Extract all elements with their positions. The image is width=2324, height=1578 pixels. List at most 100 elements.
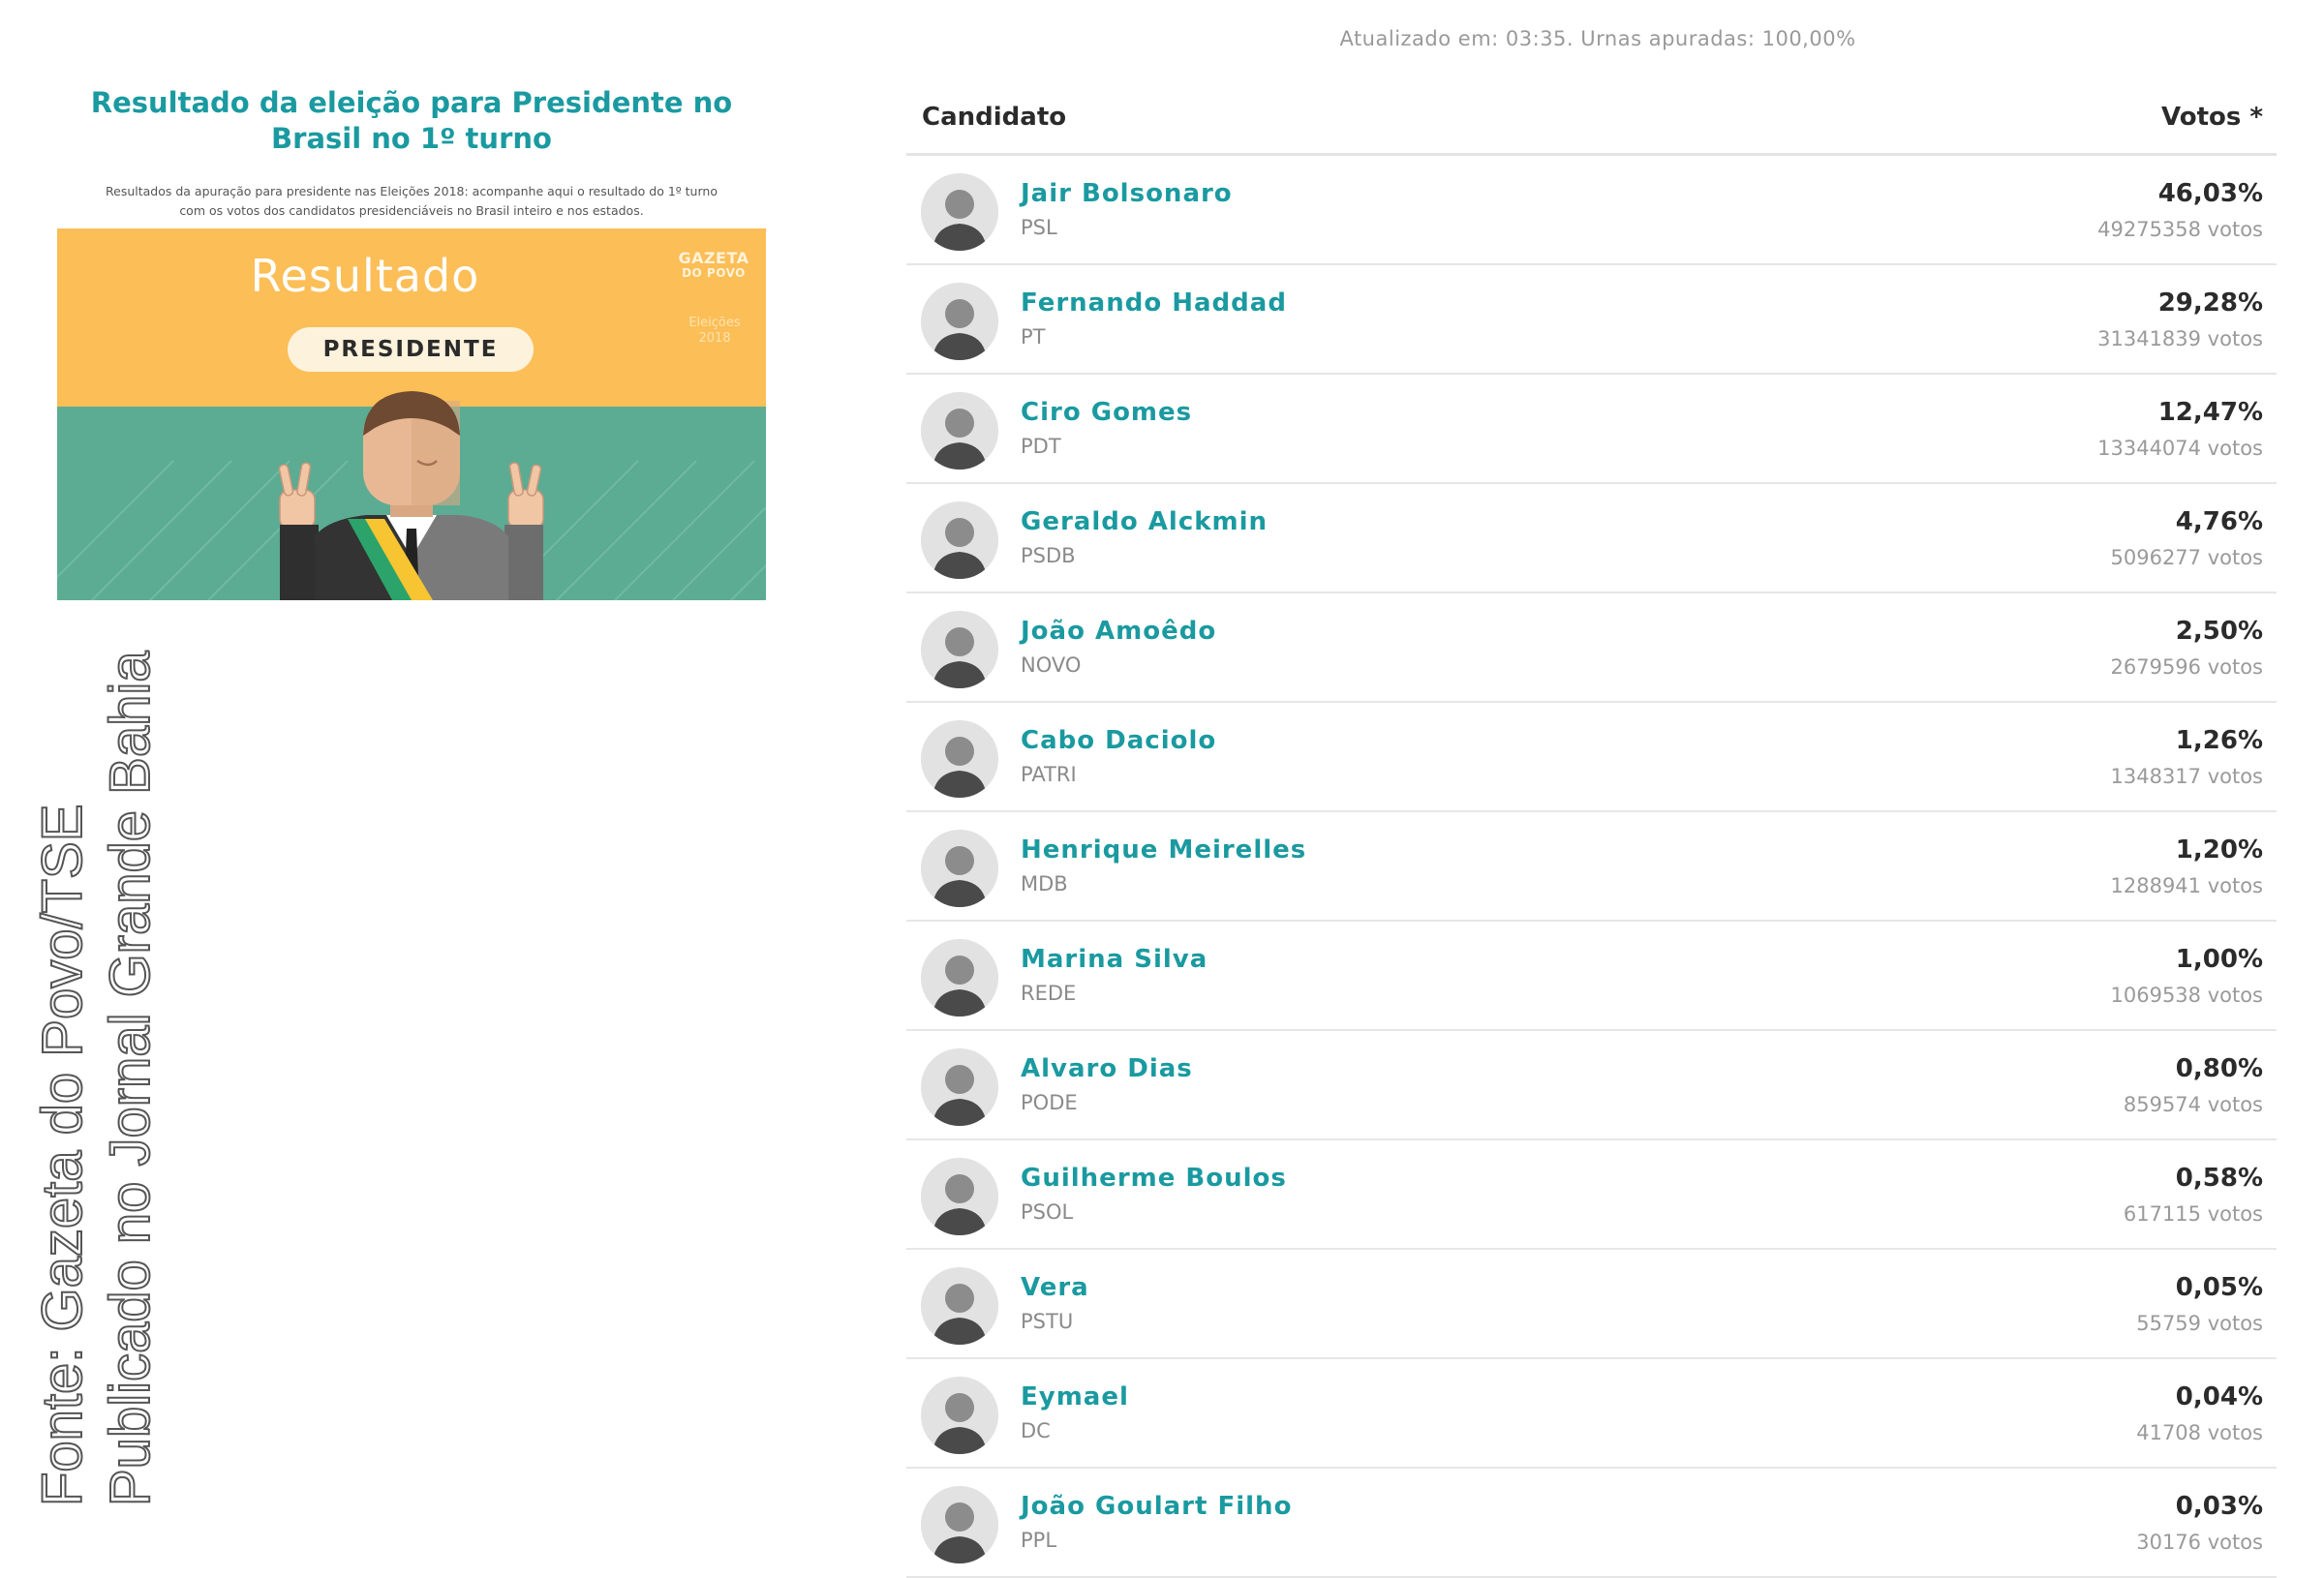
avatar-icon [921,1267,998,1345]
avatar-icon [921,173,998,251]
candidate-party: PODE [1021,1091,1078,1114]
candidate-photo [921,173,998,251]
candidate-percent: 1,20% [2175,835,2263,865]
candidate-percent: 0,04% [2175,1382,2263,1411]
candidate-party: DC [1021,1419,1051,1442]
candidate-party: PSOL [1021,1200,1074,1224]
candidate-party: PSTU [1021,1310,1074,1333]
candidate-row[interactable]: Marina Silva REDE 1,00% 1069538 votos [906,922,2277,1031]
candidate-row[interactable]: Jair Bolsonaro PSL 46,03% 49275358 votos [906,156,2277,265]
candidate-row[interactable]: Eymael DC 0,04% 41708 votos [906,1359,2277,1469]
candidate-party: PATRI [1021,763,1077,786]
article-description: Resultados da apuração para presidente n… [106,184,718,218]
candidate-photo [921,1486,998,1563]
candidate-percent: 2,50% [2175,617,2263,646]
avatar-icon [921,830,998,907]
candidate-party: PPL [1021,1529,1057,1552]
banner-heading: Resultado [250,250,480,302]
candidate-name-link[interactable]: Ciro Gomes [1021,398,1192,427]
candidate-percent: 4,76% [2175,507,2263,536]
candidate-votes: 49275358 votos [2097,218,2263,241]
candidate-photo [921,1377,998,1454]
candidate-name-link[interactable]: Vera [1021,1273,1089,1302]
candidate-row[interactable]: João Amoêdo NOVO 2,50% 2679596 votos [906,593,2277,703]
candidate-percent: 29,28% [2157,288,2263,318]
candidate-votes: 1069538 votos [2110,984,2264,1007]
candidate-name-link[interactable]: Alvaro Dias [1021,1054,1193,1083]
candidate-row[interactable]: Ciro Gomes PDT 12,47% 13344074 votos [906,375,2277,484]
source-credit: Fonte: Gazeta do Povo/TSE Publicado no J… [29,651,165,1507]
candidate-party: MDB [1021,872,1068,895]
candidate-party: PSL [1021,216,1057,239]
logo-line-1: GAZETA [678,249,749,267]
avatar-icon [921,939,998,1017]
candidate-name-link[interactable]: João Amoêdo [1021,617,1216,646]
candidate-row[interactable]: Cabo Daciolo PATRI 1,26% 1348317 votos [906,703,2277,812]
credit-line-1: Fonte: Gazeta do Povo/TSE [30,804,95,1507]
candidate-percent: 0,58% [2175,1164,2263,1193]
candidate-row[interactable]: Alvaro Dias PODE 0,80% 859574 votos [906,1031,2277,1140]
candidate-votes: 30176 votos [2136,1531,2263,1554]
avatar-icon [921,1158,998,1235]
candidate-photo [921,1048,998,1126]
candidate-photo [921,1158,998,1235]
avatar-icon [921,392,998,470]
candidate-party: NOVO [1021,653,1082,677]
president-pill-button[interactable]: PRESIDENTE [288,327,534,372]
avatar-icon [921,1486,998,1563]
candidate-name-link[interactable]: Geraldo Alckmin [1021,507,1268,536]
candidate-percent: 12,47% [2157,398,2263,427]
candidate-votes: 55759 votos [2136,1312,2263,1335]
candidate-percent: 1,00% [2175,945,2263,974]
banner-sub-line-1: Eleições [688,316,741,330]
candidate-votes: 859574 votos [2123,1093,2263,1116]
candidate-votes: 5096277 votos [2110,546,2264,569]
candidate-row[interactable]: Henrique Meirelles MDB 1,20% 1288941 vot… [906,812,2277,922]
candidate-name-link[interactable]: Marina Silva [1021,945,1208,974]
candidate-column-header: Candidato [922,103,1067,132]
candidate-percent: 0,80% [2175,1054,2263,1083]
candidate-party: PDT [1021,435,1061,458]
result-banner[interactable]: Resultado PRESIDENTE GAZETA DO POVO Elei… [57,228,766,600]
candidate-row[interactable]: João Goulart Filho PPL 0,03% 30176 votos [906,1469,2277,1578]
candidate-row[interactable]: Geraldo Alckmin PSDB 4,76% 5096277 votos [906,484,2277,593]
avatar-icon [921,720,998,798]
logo-line-2: DO POVO [682,265,746,280]
banner-subtitle: Eleições 2018 [671,316,758,348]
candidate-votes: 2679596 votos [2110,655,2264,679]
candidate-name-link[interactable]: João Goulart Filho [1021,1492,1292,1521]
candidate-percent: 46,03% [2157,179,2263,208]
votes-column-header[interactable]: Votos * [2161,103,2263,132]
gazeta-logo: GAZETA DO POVO [677,250,750,280]
candidate-photo [921,501,998,579]
candidate-party: REDE [1021,982,1077,1005]
candidate-name-link[interactable]: Jair Bolsonaro [1021,179,1233,208]
candidate-row[interactable]: Fernando Haddad PT 29,28% 31341839 votos [906,265,2277,375]
results-table: Candidato Votos * Jair Bolsonaro PSL 46,… [906,93,2277,1578]
candidate-name-link[interactable]: Cabo Daciolo [1021,726,1216,755]
candidate-name-link[interactable]: Henrique Meirelles [1021,835,1306,865]
candidate-votes: 31341839 votos [2097,327,2263,350]
avatar-icon [921,501,998,579]
candidate-row[interactable]: Vera PSTU 0,05% 55759 votos [906,1250,2277,1359]
candidate-votes: 617115 votos [2123,1202,2263,1226]
candidate-photo [921,611,998,688]
candidate-votes: 13344074 votos [2097,437,2263,460]
credit-line-2: Publicado no Jornal Grande Bahia [98,651,163,1507]
candidate-votes: 41708 votos [2136,1421,2263,1444]
avatar-icon [921,1048,998,1126]
candidate-photo [921,939,998,1017]
banner-sub-line-2: 2018 [698,331,731,347]
table-header: Candidato Votos * [906,93,2277,156]
article-title: Resultado da eleição para Presidente no … [90,86,733,155]
candidate-name-link[interactable]: Eymael [1021,1382,1129,1411]
avatar-icon [921,283,998,360]
candidate-party: PT [1021,325,1046,349]
candidate-photo [921,392,998,470]
candidate-row[interactable]: Guilherme Boulos PSOL 0,58% 617115 votos [906,1140,2277,1250]
candidate-photo [921,830,998,907]
candidate-name-link[interactable]: Guilherme Boulos [1021,1164,1287,1193]
candidate-name-link[interactable]: Fernando Haddad [1021,288,1287,318]
candidate-votes: 1288941 votos [2110,874,2264,897]
candidate-photo [921,283,998,360]
